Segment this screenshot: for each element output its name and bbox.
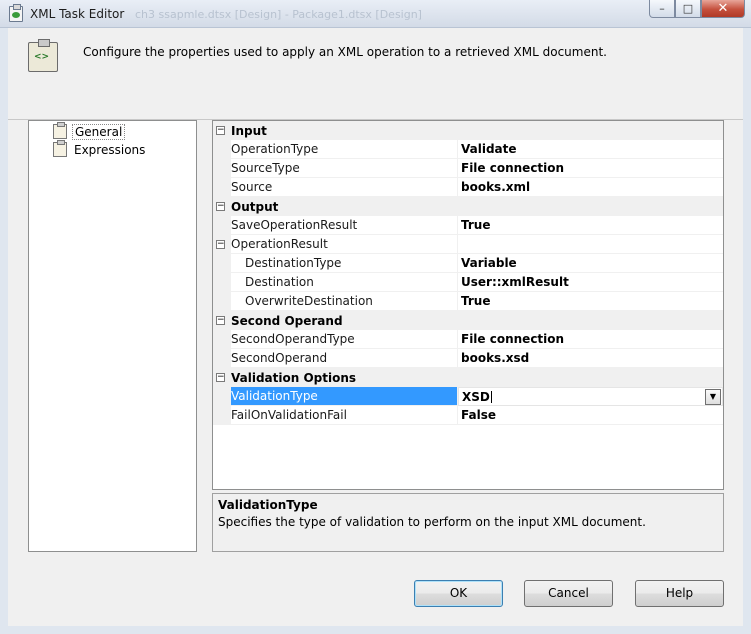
property-value[interactable]: File connection <box>458 330 723 349</box>
property-grid: − Input OperationType Validate SourceTyp… <box>212 120 724 490</box>
property-value[interactable]: Validate <box>458 140 723 159</box>
property-name: SecondOperandType <box>231 330 458 349</box>
property-name: FailOnValidationFail <box>231 406 458 425</box>
property-value <box>458 235 723 254</box>
help-button[interactable]: Help <box>635 580 724 607</box>
property-row-second-operand[interactable]: SecondOperand books.xsd <box>213 349 723 368</box>
category-label: Second Operand <box>231 314 343 328</box>
property-row-overwrite-destination[interactable]: OverwriteDestination True <box>213 292 723 311</box>
property-row-validation-type[interactable]: ValidationType XSD ▼ <box>213 387 723 406</box>
property-name: Source <box>231 178 458 197</box>
property-row-destination[interactable]: Destination User::xmlResult <box>213 273 723 292</box>
property-row-fail-on-validation-fail[interactable]: FailOnValidationFail False <box>213 406 723 425</box>
property-value[interactable]: False <box>458 406 723 425</box>
property-name: OverwriteDestination <box>231 292 458 311</box>
xml-task-icon <box>9 4 23 22</box>
property-value[interactable]: True <box>458 216 723 235</box>
property-value[interactable]: Variable <box>458 254 723 273</box>
category-second-operand[interactable]: − Second Operand <box>213 311 723 330</box>
property-row-second-operand-type[interactable]: SecondOperandType File connection <box>213 330 723 349</box>
collapse-icon[interactable]: − <box>216 316 225 325</box>
collapse-icon[interactable]: − <box>216 202 225 211</box>
close-button[interactable]: ✕ <box>701 0 745 18</box>
nav-item-general[interactable]: General <box>53 122 126 140</box>
dropdown-arrow-icon[interactable]: ▼ <box>705 389 721 405</box>
maximize-button[interactable]: □ <box>675 0 701 18</box>
background-window-title: ch3 ssapmle.dtsx [Design] - Package1.dts… <box>135 8 422 21</box>
cancel-button[interactable]: Cancel <box>524 580 613 607</box>
minimize-button[interactable]: – <box>649 0 675 18</box>
property-row-source-type[interactable]: SourceType File connection <box>213 159 723 178</box>
category-output[interactable]: − Output <box>213 197 723 216</box>
property-value[interactable]: True <box>458 292 723 311</box>
property-name: OperationResult <box>231 235 458 254</box>
general-page-icon <box>53 122 67 139</box>
property-name: SecondOperand <box>231 349 458 368</box>
property-value[interactable]: User::xmlResult <box>458 273 723 292</box>
property-value[interactable]: books.xsd <box>458 349 723 368</box>
property-name: DestinationType <box>231 254 458 273</box>
property-row-destination-type[interactable]: DestinationType Variable <box>213 254 723 273</box>
collapse-icon[interactable]: − <box>216 126 225 135</box>
window-controls: – □ ✕ <box>649 0 745 18</box>
category-input[interactable]: − Input <box>213 121 723 140</box>
header-description: Configure the properties used to apply a… <box>83 45 607 59</box>
property-value[interactable]: XSD <box>462 390 490 404</box>
property-description-panel: ValidationType Specifies the type of val… <box>212 493 724 552</box>
text-caret <box>490 391 492 403</box>
property-value-editor[interactable]: XSD ▼ <box>458 387 723 406</box>
property-name: Destination <box>231 273 458 292</box>
description-title: ValidationType <box>218 498 318 512</box>
property-row-save-operation-result[interactable]: SaveOperationResult True <box>213 216 723 235</box>
property-row-source[interactable]: Source books.xml <box>213 178 723 197</box>
description-text: Specifies the type of validation to perf… <box>218 515 646 529</box>
category-validation-options[interactable]: − Validation Options <box>213 368 723 387</box>
nav-item-label: Expressions <box>74 142 146 157</box>
property-name: SourceType <box>231 159 458 178</box>
collapse-icon[interactable]: − <box>216 240 225 249</box>
expressions-page-icon <box>53 140 67 157</box>
property-value[interactable]: File connection <box>458 159 723 178</box>
category-label: Output <box>231 200 279 214</box>
property-name: ValidationType <box>231 387 458 406</box>
property-row-operation-type[interactable]: OperationType Validate <box>213 140 723 159</box>
ok-button[interactable]: OK <box>414 580 503 607</box>
collapse-icon[interactable]: − <box>216 373 225 382</box>
dialog-header: Configure the properties used to apply a… <box>8 28 743 120</box>
nav-item-label: General <box>72 123 126 140</box>
window-title: XML Task Editor <box>30 7 125 21</box>
category-label: Input <box>231 124 267 138</box>
title-bar: XML Task Editor ch3 ssapmle.dtsx [Design… <box>0 0 751 28</box>
page-navigation: General Expressions <box>28 120 197 552</box>
property-row-operation-result[interactable]: − OperationResult <box>213 235 723 254</box>
property-value[interactable]: books.xml <box>458 178 723 197</box>
property-name: SaveOperationResult <box>231 216 458 235</box>
xml-task-clipboard-icon <box>28 39 58 72</box>
category-label: Validation Options <box>231 371 357 385</box>
property-name: OperationType <box>231 140 458 159</box>
nav-item-expressions[interactable]: Expressions <box>53 140 147 158</box>
